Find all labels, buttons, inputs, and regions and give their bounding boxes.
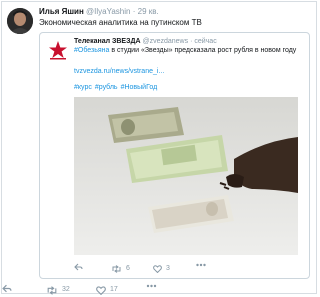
tweet-header: Илья Яшин @IlyaYashin · 29 кв. — [39, 7, 309, 17]
quoted-hashtag-link[interactable]: #Обезьяна — [74, 47, 109, 54]
retweet-icon — [112, 265, 121, 273]
reply-button[interactable] — [2, 284, 12, 293]
quoted-more-button[interactable] — [196, 263, 206, 267]
quoted-separator: · — [190, 38, 193, 45]
hashtag-link[interactable]: #рубль — [95, 84, 118, 91]
tweet-timestamp[interactable]: 29 кв. — [138, 7, 159, 16]
quoted-author-handle[interactable]: @zvezdanews — [142, 38, 188, 45]
retweet-icon — [47, 285, 57, 295]
quoted-url-link[interactable]: tvzvezda.ru/news/vstrane_i... — [74, 67, 164, 76]
retweet-button[interactable]: 32 — [46, 284, 70, 296]
photo-banknotes-monkey — [74, 97, 298, 255]
reply-icon — [74, 263, 83, 271]
like-icon — [153, 265, 162, 273]
more-icon — [146, 284, 157, 288]
quoted-author-name[interactable]: Телеканал ЗВЕЗДА — [74, 38, 141, 45]
like-icon — [96, 285, 106, 295]
quoted-like-button[interactable]: 3 — [153, 263, 170, 275]
quoted-like-count: 3 — [166, 265, 170, 272]
hashtag-link[interactable]: #НовыйГод — [121, 84, 158, 91]
media-photo[interactable] — [74, 97, 298, 255]
quoted-retweet-count: 6 — [126, 265, 130, 272]
more-button[interactable] — [146, 284, 157, 288]
author-handle[interactable]: @IlyaYashin — [86, 7, 130, 16]
like-button[interactable]: 17 — [96, 284, 118, 296]
retweet-count: 32 — [62, 286, 70, 293]
quoted-hashtags: #курс #рубль #НовыйГод — [74, 83, 160, 92]
zvezda-logo — [47, 39, 69, 61]
tweet-card: Илья Яшин @IlyaYashin · 29 кв. Экономиче… — [1, 1, 317, 296]
more-icon — [196, 263, 206, 267]
quoted-text: #Обезьяна в студии «Звезды» предсказала … — [74, 46, 304, 55]
reply-icon — [2, 284, 12, 293]
like-count: 17 — [110, 286, 118, 293]
avatar[interactable] — [7, 8, 33, 34]
quoted-text-body: в студии «Звезды» предсказала рост рубля… — [111, 47, 297, 54]
author-name[interactable]: Илья Яшин — [39, 7, 84, 16]
quoted-timestamp[interactable]: сейчас — [194, 38, 216, 45]
hashtag-link[interactable]: #курс — [74, 84, 92, 91]
quoted-header: Телеканал ЗВЕЗДА @zvezdanews · сейчас — [74, 37, 304, 46]
quoted-retweet-button[interactable]: 6 — [111, 263, 130, 275]
avatar-photo — [7, 8, 33, 34]
tweet-text: Экономическая аналитика на путинском ТВ — [39, 18, 202, 27]
quoted-tweet[interactable]: Телеканал ЗВЕЗДА @zvezdanews · сейчас #О… — [39, 32, 310, 279]
header-separator: · — [132, 7, 136, 16]
quoted-reply-button[interactable] — [74, 263, 83, 271]
